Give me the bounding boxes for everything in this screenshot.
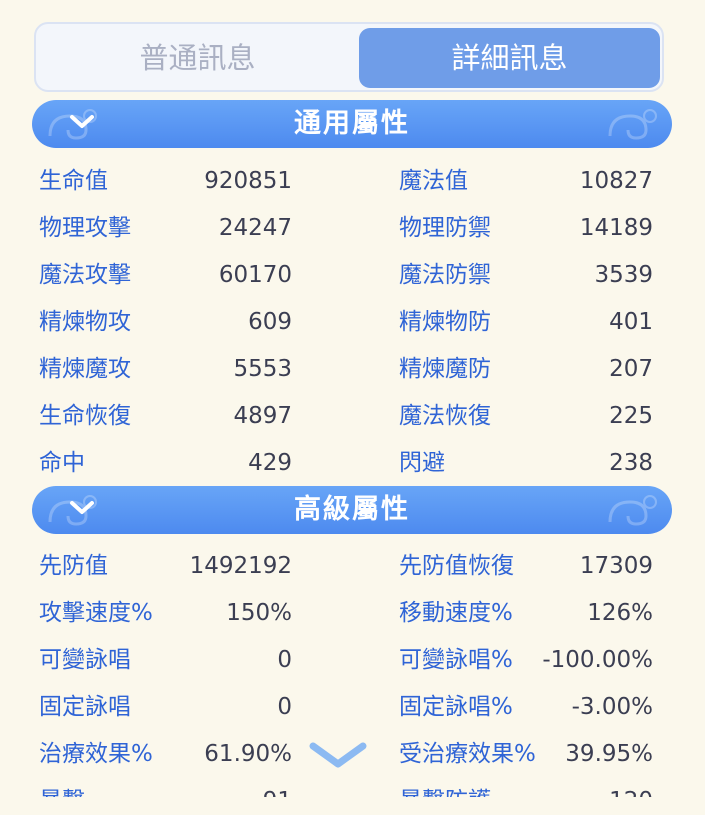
stat-label: 攻擊速度%	[39, 600, 153, 626]
stat-label: 受治療效果%	[399, 741, 536, 767]
stat-value: 14189	[579, 215, 653, 241]
stat-label: 魔法攻擊	[39, 262, 131, 288]
section-header[interactable]: 高級屬性	[32, 486, 672, 534]
stat-value: 401	[609, 309, 653, 335]
stat-label: 固定詠唱%	[399, 694, 513, 720]
stat-label: 物理防禦	[399, 215, 491, 241]
stat-value: 60170	[218, 262, 292, 288]
stat-label: 固定詠唱	[39, 694, 131, 720]
stat-value: 150%	[226, 600, 292, 626]
stat-value: 4897	[233, 403, 292, 429]
stat-value: 120	[609, 786, 653, 797]
stat-label: 魔法恢復	[399, 403, 491, 429]
stat-label: 魔法值	[399, 168, 468, 194]
section-title: 通用屬性	[294, 108, 410, 139]
stat-label: 先防值恢復	[399, 553, 514, 579]
stat-value: -100.00%	[542, 647, 653, 673]
stat-label: 閃避	[399, 450, 445, 476]
scroll-down-chevron-icon[interactable]	[309, 740, 367, 772]
stat-value: 91	[263, 786, 292, 797]
stat-label: 精煉魔攻	[39, 356, 131, 382]
stat-label: 暴擊防護	[399, 786, 491, 797]
stat-value: 17309	[579, 553, 653, 579]
stat-value: 0	[277, 647, 292, 673]
stat-value: 1492192	[189, 553, 292, 579]
stat-value: 10827	[579, 168, 653, 194]
stat-label: 精煉物防	[399, 309, 491, 335]
stat-label: 命中	[39, 450, 85, 476]
stat-label: 移動速度%	[399, 600, 513, 626]
stat-value: 238	[609, 450, 653, 476]
stat-label: 可變詠唱%	[399, 647, 513, 673]
section-header[interactable]: 通用屬性	[32, 100, 672, 148]
stat-value: 0	[277, 694, 292, 720]
stat-value: 429	[248, 450, 292, 476]
stat-label: 精煉魔防	[399, 356, 491, 382]
stat-value: 61.90%	[204, 741, 292, 767]
stat-value: 920851	[204, 168, 292, 194]
stat-value: 39.95%	[565, 741, 653, 767]
stat-label: 先防值	[39, 553, 108, 579]
stat-label: 生命值	[39, 168, 108, 194]
stat-label: 精煉物攻	[39, 309, 131, 335]
stat-value: 609	[248, 309, 292, 335]
stat-value: 3539	[594, 262, 653, 288]
stat-label: 治療效果%	[39, 741, 153, 767]
stat-value: 126%	[587, 600, 653, 626]
stat-value: 5553	[233, 356, 292, 382]
stat-label: 可變詠唱	[39, 647, 131, 673]
stat-value: -3.00%	[571, 694, 653, 720]
attributes-list[interactable]: 通用屬性生命值 920851 魔法值 10827 物理攻擊 24247 物理防禦 14189 魔…	[0, 0, 705, 797]
stat-label: 物理攻擊	[39, 215, 131, 241]
stat-label: 生命恢復	[39, 403, 131, 429]
stat-value: 225	[609, 403, 653, 429]
stat-label: 魔法防禦	[399, 262, 491, 288]
stat-label: 暴擊	[39, 786, 85, 797]
section-title: 高級屬性	[294, 494, 410, 525]
stat-value: 207	[609, 356, 653, 382]
stat-value: 24247	[218, 215, 292, 241]
